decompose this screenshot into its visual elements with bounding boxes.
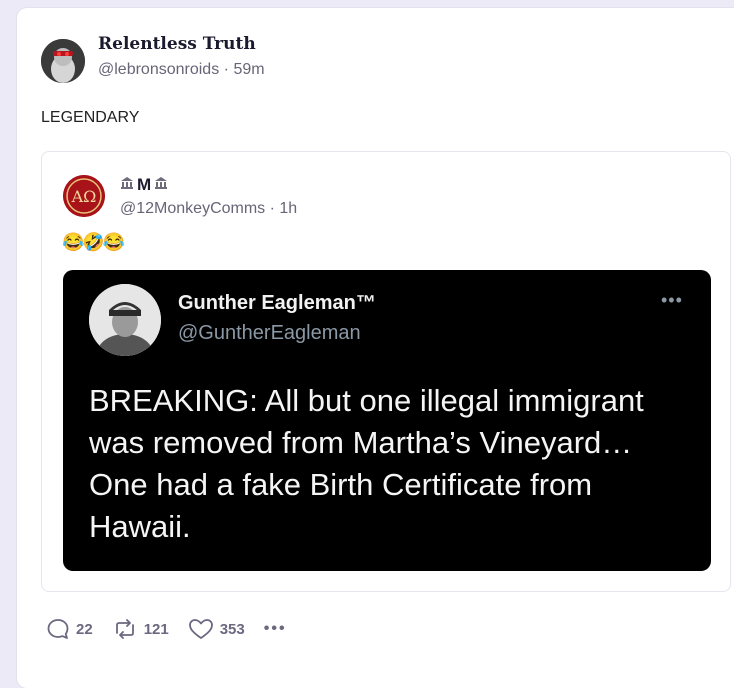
- more-icon: •••: [263, 620, 287, 637]
- svg-text:ΑΩ: ΑΩ: [71, 187, 97, 206]
- author-avatar[interactable]: [41, 39, 85, 83]
- quote-author-meta: @12MonkeyComms · 1h: [120, 200, 297, 218]
- quote-author-handle[interactable]: @12MonkeyComms: [120, 200, 265, 217]
- post-actions: 22 121 353 •••: [46, 617, 306, 641]
- meta-separator: ·: [269, 200, 280, 217]
- quote-author-avatar[interactable]: ΑΩ: [63, 175, 105, 217]
- reply-icon: [46, 617, 70, 641]
- quote-time[interactable]: 1h: [279, 200, 297, 217]
- bank-icon: [154, 175, 168, 195]
- author-name[interactable]: Relentless Truth: [98, 34, 256, 54]
- post-card: Relentless Truth @lebronsonroids · 59m L…: [17, 8, 734, 688]
- post-time[interactable]: 59m: [233, 61, 264, 78]
- embedded-tweet-text: BREAKING: All but one illegal immigrant …: [89, 383, 644, 544]
- bank-icon: [120, 175, 134, 195]
- reply-button[interactable]: 22: [46, 617, 93, 641]
- quote-author-name-row[interactable]: M: [120, 175, 168, 195]
- embedded-author-name: Gunther Eagleman™: [178, 292, 376, 314]
- repost-icon: [112, 617, 138, 641]
- like-count: 353: [219, 620, 245, 638]
- embedded-author-handle: @GuntherEagleman: [178, 322, 361, 344]
- embedded-tweet-image[interactable]: Gunther Eagleman™ @GuntherEagleman ••• B…: [63, 270, 711, 571]
- quoted-post[interactable]: ΑΩ M @12MonkeyComms · 1h 😂🤣😂 Gunther Eag…: [41, 151, 731, 592]
- repost-button[interactable]: 121: [112, 617, 169, 641]
- quote-author-name: M: [137, 175, 152, 194]
- repost-count: 121: [143, 620, 169, 638]
- author-handle[interactable]: @lebronsonroids: [98, 61, 219, 78]
- author-meta: @lebronsonroids · 59m: [98, 61, 265, 79]
- embedded-author-avatar: [89, 284, 161, 356]
- quote-text: 😂🤣😂: [62, 232, 125, 252]
- more-actions-button[interactable]: •••: [264, 620, 287, 638]
- more-options-icon: •••: [661, 290, 683, 310]
- post-text: LEGENDARY: [41, 109, 140, 126]
- heart-icon: [188, 617, 214, 641]
- meta-separator: ·: [223, 61, 234, 78]
- like-button[interactable]: 353: [188, 617, 245, 641]
- reply-count: 22: [76, 620, 93, 638]
